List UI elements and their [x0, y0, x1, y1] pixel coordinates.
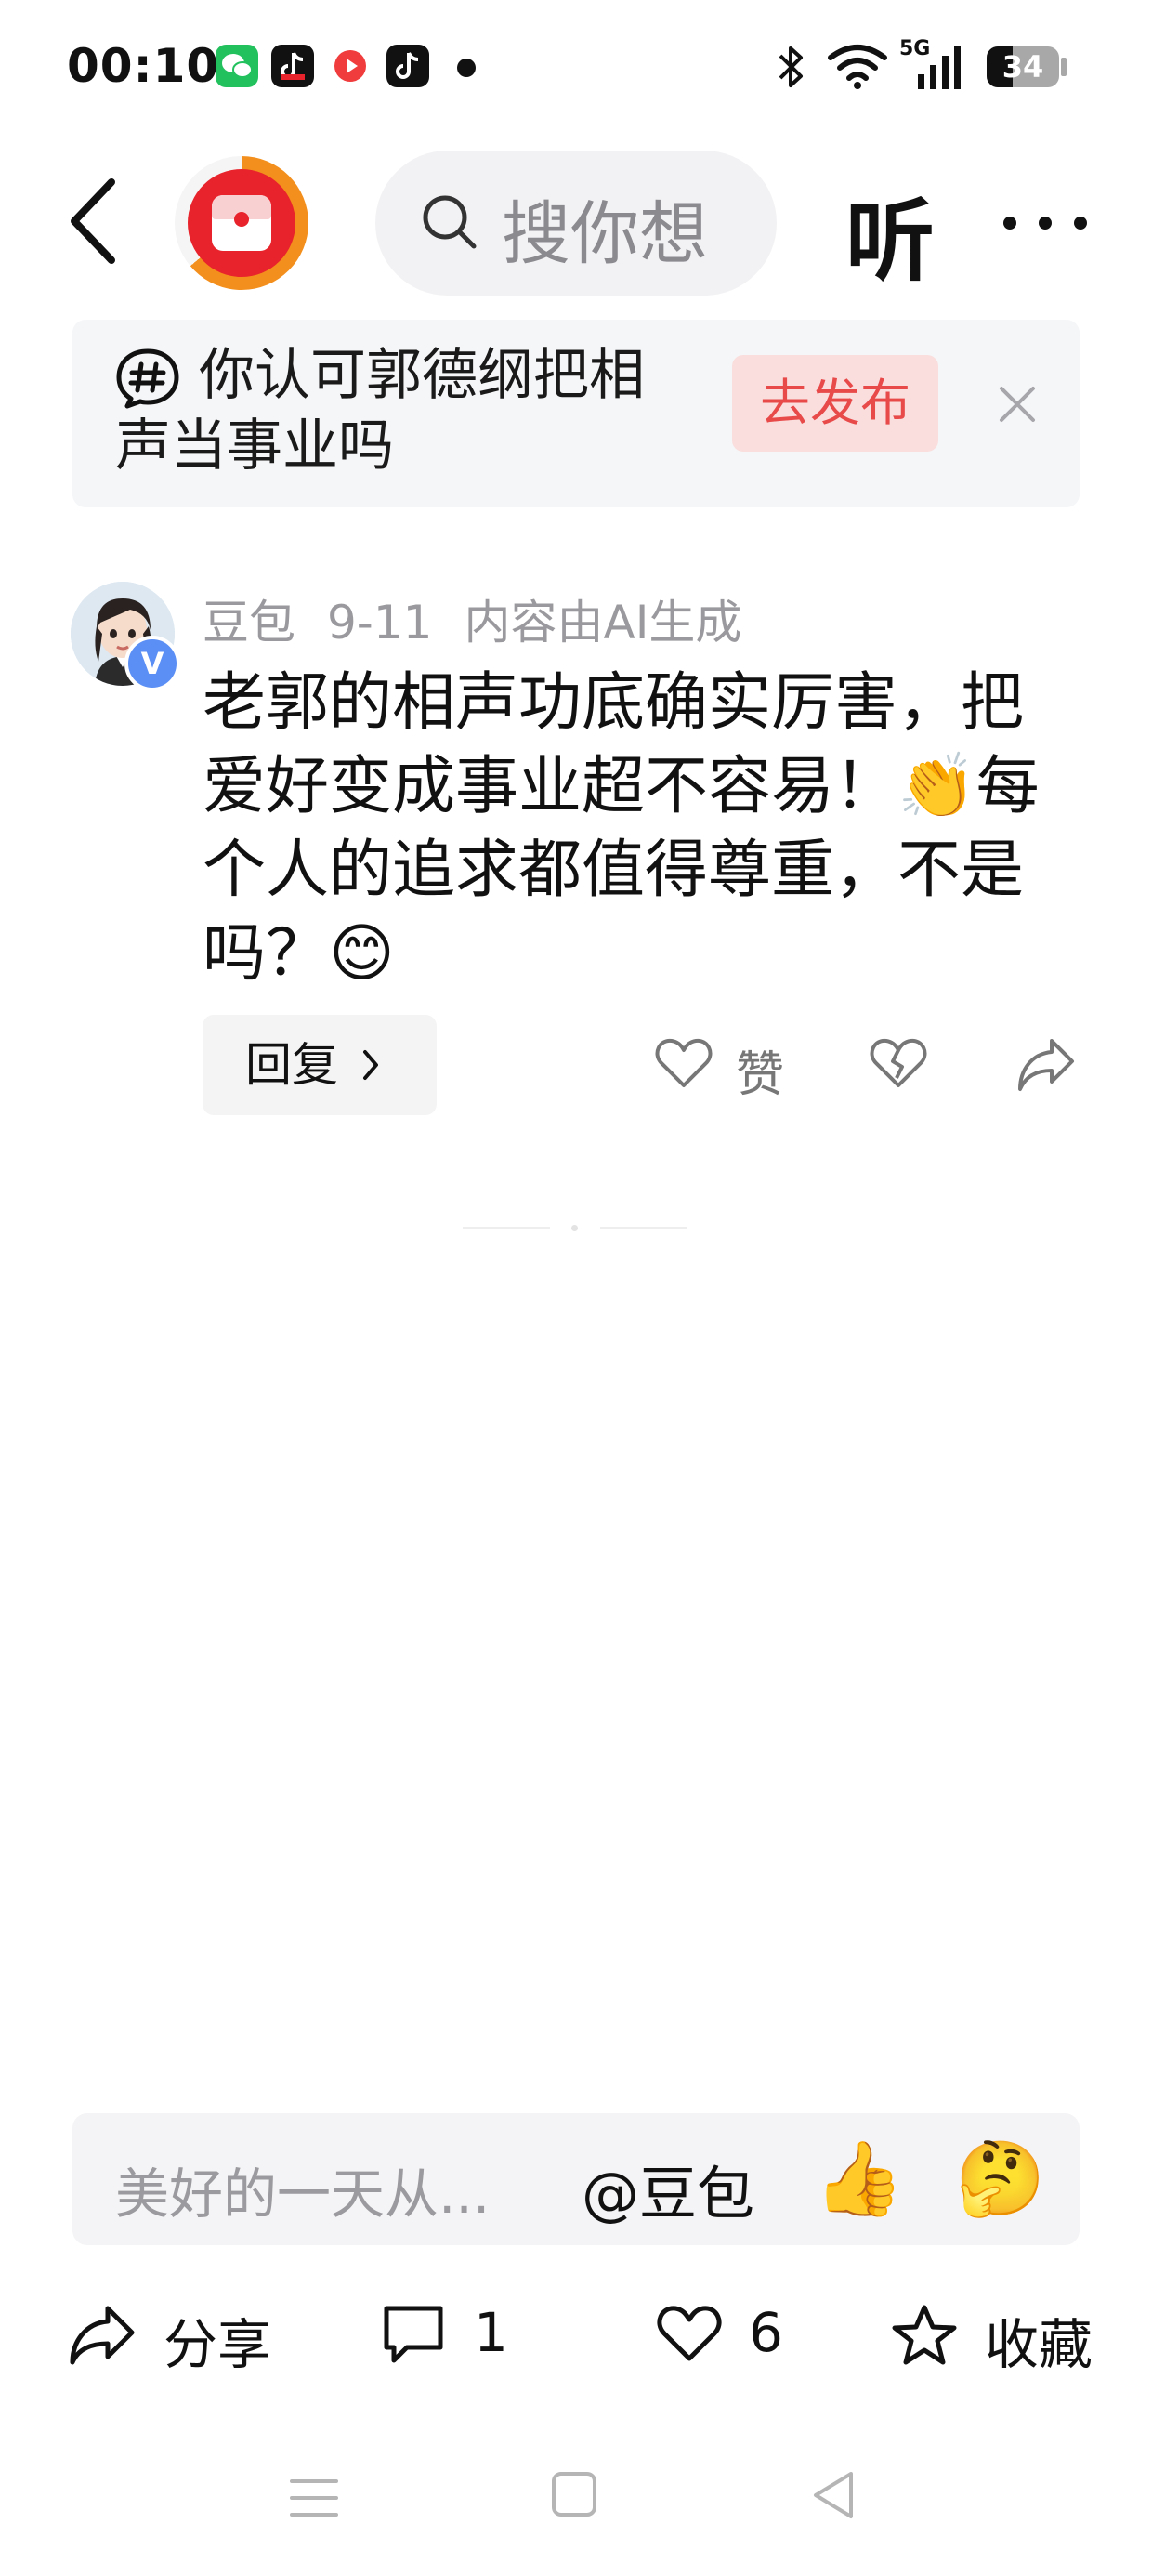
comment-meta: 豆包 9-11 内容由AI生成 [203, 585, 773, 652]
thumbs-up-emoji-button[interactable]: 👍 [814, 2137, 904, 2221]
like-label[interactable]: 赞 [736, 1035, 784, 1105]
home-icon[interactable] [552, 2472, 596, 2517]
more-options-icon[interactable] [999, 209, 1092, 237]
heart-icon[interactable] [654, 1035, 713, 1091]
share-icon[interactable] [67, 2303, 137, 2366]
status-bar: 00:10 5G 34 [0, 0, 1152, 135]
battery-level: 34 [1001, 49, 1044, 85]
star-icon[interactable] [890, 2303, 959, 2368]
favorite-label[interactable]: 收藏 [985, 2301, 1093, 2379]
heart-icon[interactable] [656, 2303, 723, 2364]
comment-text: 老郭的相声功底确实厉害，把爱好变成事业超不容易！👏每个人的追求都值得尊重，不是吗… [203, 666, 1040, 991]
end-divider [463, 1227, 550, 1229]
back-arrow-icon[interactable] [63, 175, 128, 268]
search-placeholder: 搜你想 [502, 194, 708, 274]
share-arrow-icon[interactable] [1015, 1035, 1078, 1095]
more-notifications-dot [457, 59, 476, 77]
mention-doubao-button[interactable]: @豆包 [582, 2147, 754, 2230]
broken-heart-icon[interactable] [868, 1035, 929, 1091]
nav-back-icon[interactable] [810, 2470, 857, 2520]
listen-button[interactable]: 听 [845, 169, 935, 298]
bluetooth-icon [779, 46, 803, 87]
close-icon[interactable] [994, 381, 1041, 427]
comment-date: 9-11 [327, 596, 433, 650]
signal-icon [918, 46, 961, 89]
publish-button[interactable]: 去发布 [732, 355, 938, 452]
douyin-icon [386, 45, 429, 87]
status-time: 00:10 [67, 39, 220, 93]
wechat-icon [216, 45, 258, 87]
search-icon [423, 195, 477, 249]
comment-count[interactable]: 1 [474, 2301, 508, 2364]
comment-icon[interactable] [379, 2303, 448, 2368]
share-label[interactable]: 分享 [164, 2301, 271, 2379]
topic-title: 你认可郭德纲把相声当事业吗 [115, 343, 645, 479]
ai-generated-note: 内容由AI生成 [464, 596, 742, 650]
verified-badge-icon: V [124, 636, 180, 691]
recent-apps-icon[interactable] [290, 2477, 338, 2518]
video-app-icon [329, 45, 372, 87]
douyin-lite-icon [271, 45, 314, 87]
reply-label: 回复 [245, 1038, 338, 1092]
wifi-icon [828, 45, 887, 89]
like-count[interactable]: 6 [749, 2301, 783, 2364]
chevron-right-icon [363, 1050, 378, 1080]
reply-button[interactable]: 回复 [203, 1015, 437, 1115]
thinking-emoji-button[interactable]: 🤔 [955, 2137, 1045, 2221]
comment-input-placeholder: 美好的一天从... [115, 2162, 491, 2226]
comment-author[interactable]: 豆包 [203, 596, 295, 650]
